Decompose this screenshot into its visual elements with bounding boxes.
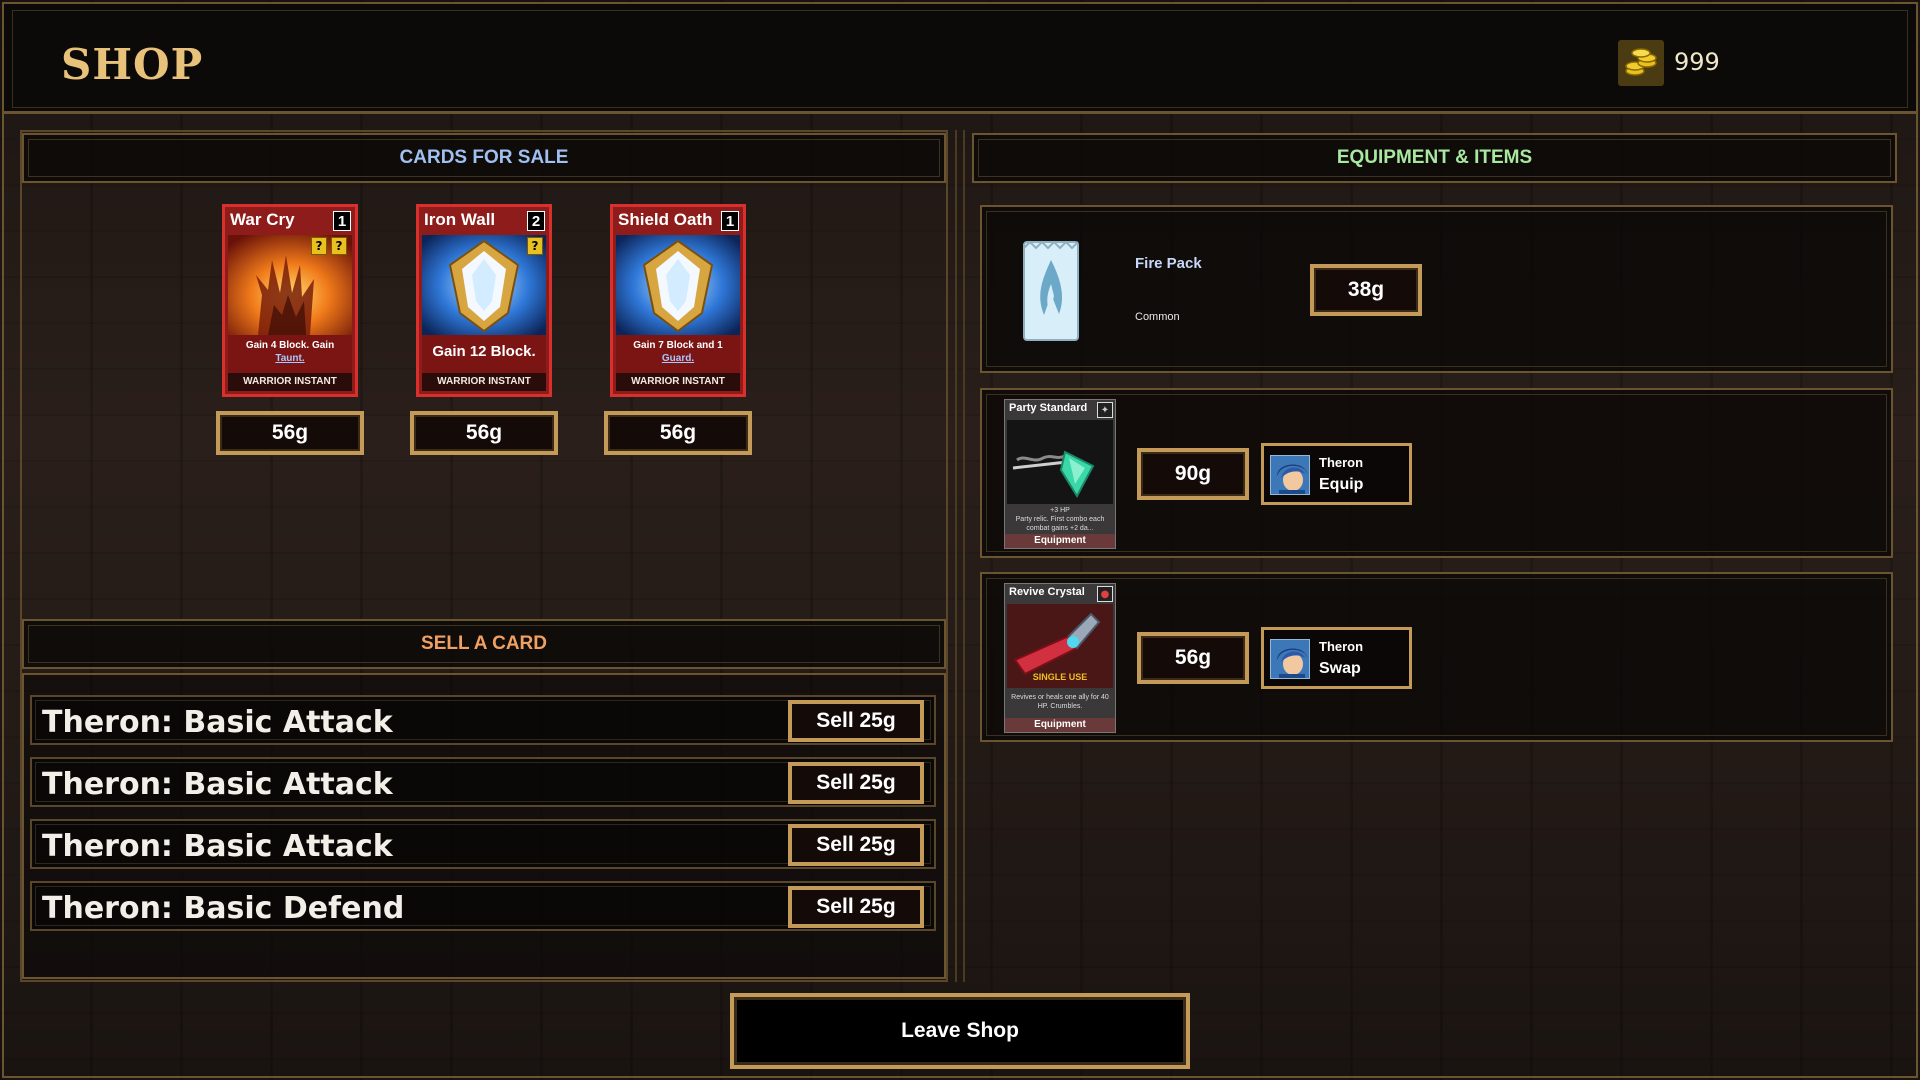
cards-for-sale-header: CARDS FOR SALE (22, 133, 946, 183)
shield-crest-icon (616, 235, 740, 335)
card-name: Iron Wall (424, 210, 496, 229)
equipment-card-type: Equipment (1005, 718, 1115, 732)
card-name: Shield Oath (618, 210, 713, 229)
sell-card-label: Theron: Basic Attack (42, 705, 393, 740)
buy-party-standard-button[interactable]: 90g (1137, 448, 1249, 500)
sell-button[interactable]: Sell 25g (788, 824, 924, 866)
equipment-row-fire-pack: Fire Pack Common 38g (980, 205, 1893, 373)
cards-for-sale-title: CARDS FOR SALE (399, 147, 569, 168)
equipment-card-party-standard[interactable]: Party Standard ✦ +3 HP Party relic. Firs… (1004, 399, 1116, 549)
buy-revive-crystal-button[interactable]: 56g (1137, 632, 1249, 684)
column-divider (955, 130, 965, 982)
shop-header: SHOP 999 (4, 4, 1916, 114)
shop-card-war-cry[interactable]: War Cry 1 ? ? Gain 4 Block. Gain Taunt. … (222, 204, 358, 397)
card-cost: 1 (721, 211, 739, 231)
equipment-row-revive-crystal: Revive Crystal ● SINGLE USE Revives or h… (980, 572, 1893, 742)
unknown-modifier-icon: ? (527, 237, 543, 255)
sell-button[interactable]: Sell 25g (788, 886, 924, 928)
equipment-title: EQUIPMENT & ITEMS (1336, 147, 1533, 168)
card-cost: 1 (333, 211, 351, 231)
card-type: WARRIOR INSTANT (616, 373, 740, 391)
equipment-card-revive-crystal[interactable]: Revive Crystal ● SINGLE USE Revives or h… (1004, 583, 1116, 733)
unknown-modifier-icon: ? (331, 237, 347, 255)
buy-war-cry-button[interactable]: 56g (216, 411, 364, 455)
single-use-label: SINGLE USE (1032, 672, 1088, 682)
equipment-row-party-standard: Party Standard ✦ +3 HP Party relic. Firs… (980, 388, 1893, 558)
card-cost: 2 (527, 211, 545, 231)
equipment-stat: +3 HP (1050, 507, 1070, 514)
gold-amount: 999 (1674, 48, 1720, 76)
pack-name: Fire Pack (1135, 255, 1202, 272)
card-description: Gain 4 Block. Gain Taunt. (228, 335, 352, 373)
hero-avatar (1270, 639, 1310, 679)
sell-row: Theron: Basic Defend Sell 25g (30, 881, 936, 931)
hero-name: Theron (1319, 455, 1364, 470)
equipment-desc-text: Party relic. First combo each combat gai… (1015, 516, 1105, 532)
gold-coins-icon (1618, 40, 1664, 86)
banner-spear-icon (1007, 420, 1113, 504)
relic-icon: ✦ (1097, 402, 1113, 418)
equipment-card-name: Revive Crystal (1009, 586, 1085, 598)
hero-action-label: Swap (1319, 660, 1361, 677)
shop-card-iron-wall[interactable]: Iron Wall 2 ? Gain 12 Block. WARRIOR INS… (416, 204, 552, 397)
sell-row: Theron: Basic Attack Sell 25g (30, 819, 936, 869)
card-name: War Cry (230, 210, 295, 229)
leave-shop-button[interactable]: Leave Shop (730, 993, 1190, 1069)
hero-name: Theron (1319, 639, 1364, 654)
equipment-card-name: Party Standard (1009, 402, 1088, 414)
card-description: Gain 12 Block. (422, 335, 546, 373)
equipment-header: EQUIPMENT & ITEMS (972, 133, 1897, 183)
equipment-desc-text: Revives or heals one ally for 40 HP. Cru… (1011, 694, 1109, 710)
equipment-card-type: Equipment (1005, 534, 1115, 548)
sell-button[interactable]: Sell 25g (788, 700, 924, 742)
unknown-modifier-icon: ? (311, 237, 327, 255)
sell-card-title: SELL A CARD (421, 633, 547, 654)
card-desc-line2: Guard. (661, 353, 695, 364)
card-type: WARRIOR INSTANT (422, 373, 546, 391)
sell-card-header: SELL A CARD (22, 619, 946, 669)
potion-icon: ● (1097, 586, 1113, 602)
buy-iron-wall-button[interactable]: 56g (410, 411, 558, 455)
swap-hero-button[interactable]: Theron Swap (1261, 627, 1412, 689)
equip-hero-button[interactable]: Theron Equip (1261, 443, 1412, 505)
card-description: Gain 7 Block and 1 Guard. (616, 335, 740, 373)
card-desc-line1: Gain 4 Block. Gain (245, 340, 335, 351)
hero-avatar (1270, 455, 1310, 495)
sell-button[interactable]: Sell 25g (788, 762, 924, 804)
sell-row: Theron: Basic Attack Sell 25g (30, 757, 936, 807)
equipment-card-description: Revives or heals one ally for 40 HP. Cru… (1007, 688, 1113, 718)
sell-card-label: Theron: Basic Attack (42, 767, 393, 802)
sell-card-label: Theron: Basic Defend (42, 891, 405, 926)
pack-rarity: Common (1135, 311, 1180, 323)
card-pack-icon[interactable] (1022, 240, 1080, 342)
equipment-card-description: +3 HP Party relic. First combo each comb… (1007, 504, 1113, 534)
card-desc-line1: Gain 7 Block and 1 (633, 340, 723, 351)
buy-shield-oath-button[interactable]: 56g (604, 411, 752, 455)
shop-card-shield-oath[interactable]: Shield Oath 1 Gain 7 Block and 1 Guard. … (610, 204, 746, 397)
card-type: WARRIOR INSTANT (228, 373, 352, 391)
card-desc-line2: Taunt. (275, 353, 305, 364)
sell-row: Theron: Basic Attack Sell 25g (30, 695, 936, 745)
hero-action-label: Equip (1319, 476, 1364, 493)
buy-fire-pack-button[interactable]: 38g (1310, 264, 1422, 316)
page-title: SHOP (61, 40, 204, 89)
card-desc-line1: Gain 12 Block. (432, 343, 536, 360)
sell-card-label: Theron: Basic Attack (42, 829, 393, 864)
